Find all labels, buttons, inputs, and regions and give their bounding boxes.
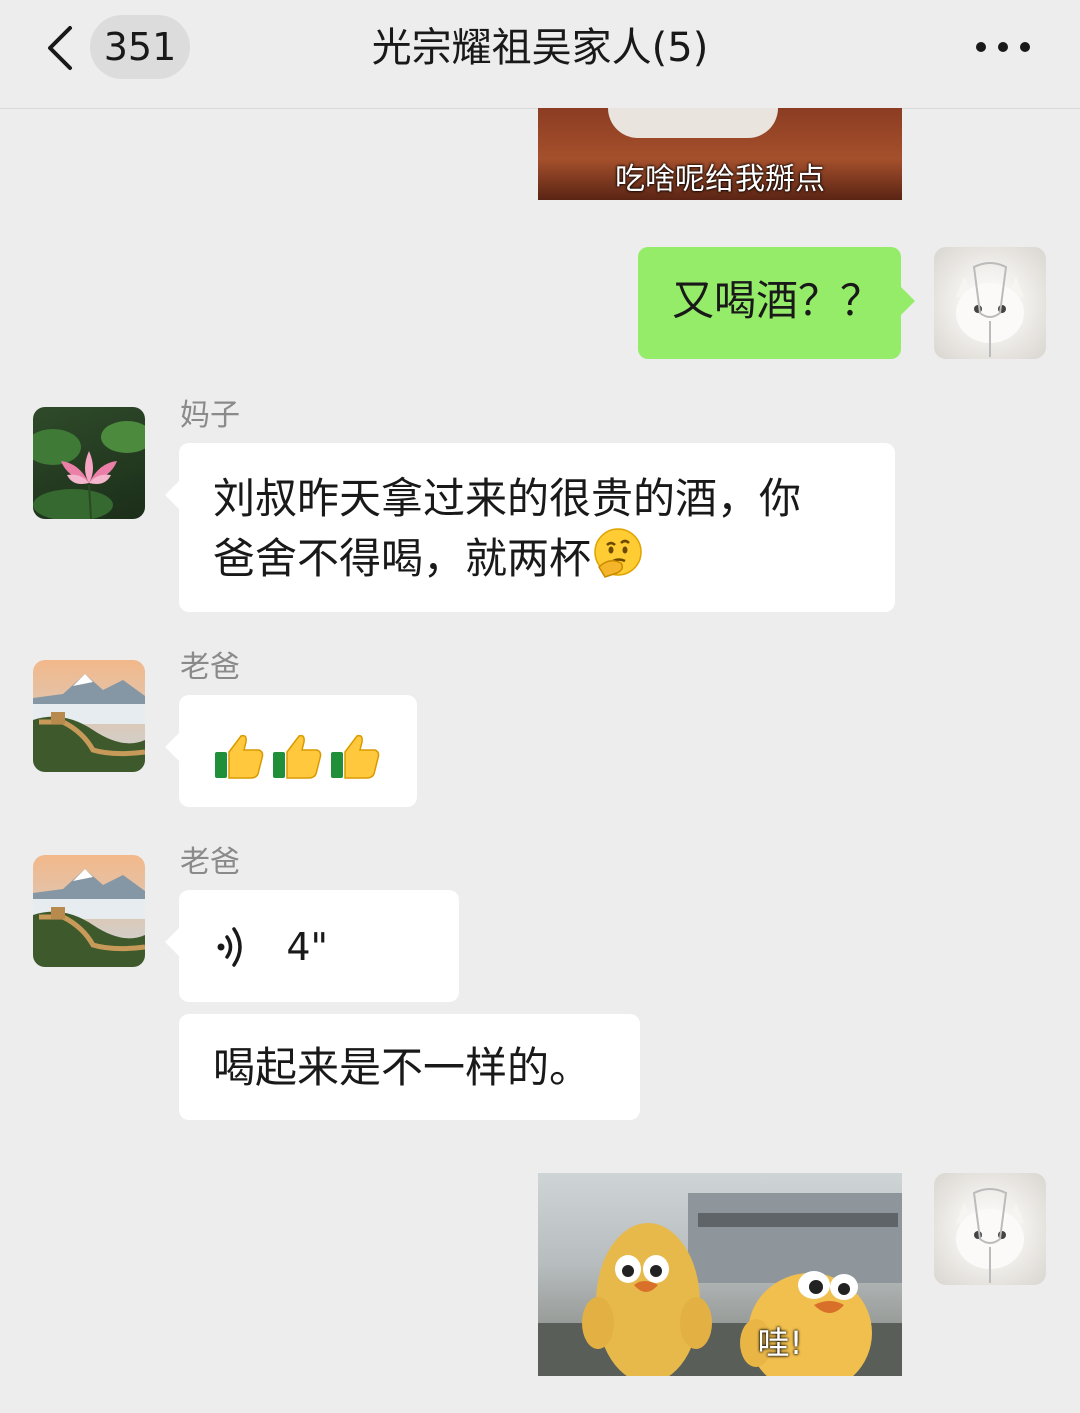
message-text: 又喝酒？？ [672,276,883,325]
more-options-icon[interactable] [976,38,1030,56]
sender-name: 妈子 [180,398,240,433]
voice-message-bubble[interactable]: 4" [165,890,459,1002]
sender-avatar-great-wall[interactable] [33,660,145,772]
message-text: 喝起来是不一样的。 [213,1043,592,1092]
message-text: 爸舍不得喝，就两杯 [213,534,592,583]
great-wall-landscape-icon [33,660,145,772]
sender-avatar-lotus[interactable] [33,407,145,519]
image-caption: 吃啥呢给我掰点 [615,162,825,197]
sender-avatar-great-wall[interactable] [33,855,145,967]
unread-count-badge[interactable]: 351 [90,15,190,79]
message-bubble[interactable]: 喝起来是不一样的。 [179,1014,640,1120]
cat-with-glass-icon [956,262,1024,357]
self-avatar[interactable] [934,247,1046,359]
message-bubble[interactable]: 刘叔昨天拿过来的很贵的酒，你 爸舍不得喝，就两杯 [165,443,895,612]
sticker-caption: 哇! [757,1324,803,1362]
message-bubble[interactable] [165,695,417,807]
sticker-image-message[interactable]: 哇! [538,1173,902,1376]
sender-name: 老爸 [180,845,240,880]
chat-title: 光宗耀祖吴家人(5) [371,25,709,71]
message-text-line: 刘叔昨天拿过来的很贵的酒，你 [213,474,802,523]
back-chevron-icon[interactable] [40,24,80,72]
thumbs-up-emoji-icon [331,734,380,779]
self-avatar[interactable] [934,1173,1046,1285]
cat-with-glass-icon [956,1188,1024,1283]
voice-duration: 4" [286,924,329,969]
image-message[interactable]: 吃啥呢给我掰点 [538,108,902,200]
thumbs-up-emoji-icon [215,734,264,779]
thinking-face-emoji-icon [594,528,642,578]
image-content [608,108,778,138]
own-message-bubble[interactable]: 又喝酒？？ [638,247,915,359]
lotus-flower-icon [33,421,145,519]
chat-header: 351 光宗耀祖吴家人(5) [0,0,1080,109]
message-text-line-with-emoji: 爸舍不得喝，就两杯 [213,527,895,587]
sender-name: 老爸 [180,650,240,685]
thumbs-up-emoji-icon [273,734,322,779]
voice-wave-icon [217,926,242,967]
great-wall-landscape-icon [33,855,145,967]
